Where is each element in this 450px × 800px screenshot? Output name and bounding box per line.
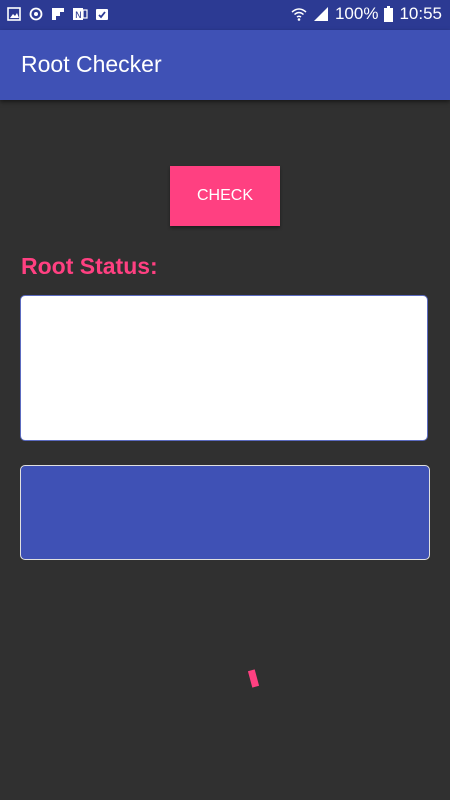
flipboard-icon — [52, 8, 64, 20]
clipboard-check-icon — [96, 9, 108, 20]
sync-icon — [29, 7, 43, 21]
app-title: Root Checker — [21, 51, 162, 77]
notification-icons: N — [6, 6, 110, 22]
onenote-icon: N — [73, 8, 88, 21]
clock: 10:55 — [399, 4, 442, 23]
battery-percent: 100% — [334, 4, 379, 23]
root-status-label: Root Status: — [21, 253, 158, 279]
gallery-icon — [7, 7, 21, 21]
status-bar: N 100% 10:55 — [0, 0, 450, 30]
system-status: 100% 10:55 — [291, 4, 442, 24]
svg-text:N: N — [75, 11, 82, 21]
root-status-output — [20, 295, 428, 441]
wifi-icon — [291, 8, 307, 21]
status-panel — [20, 465, 430, 560]
battery-icon — [384, 6, 394, 22]
signal-icon — [313, 7, 328, 21]
check-button[interactable]: CHECK — [170, 166, 280, 226]
progress-spinner — [247, 669, 260, 688]
app-bar: Root Checker — [0, 30, 450, 100]
